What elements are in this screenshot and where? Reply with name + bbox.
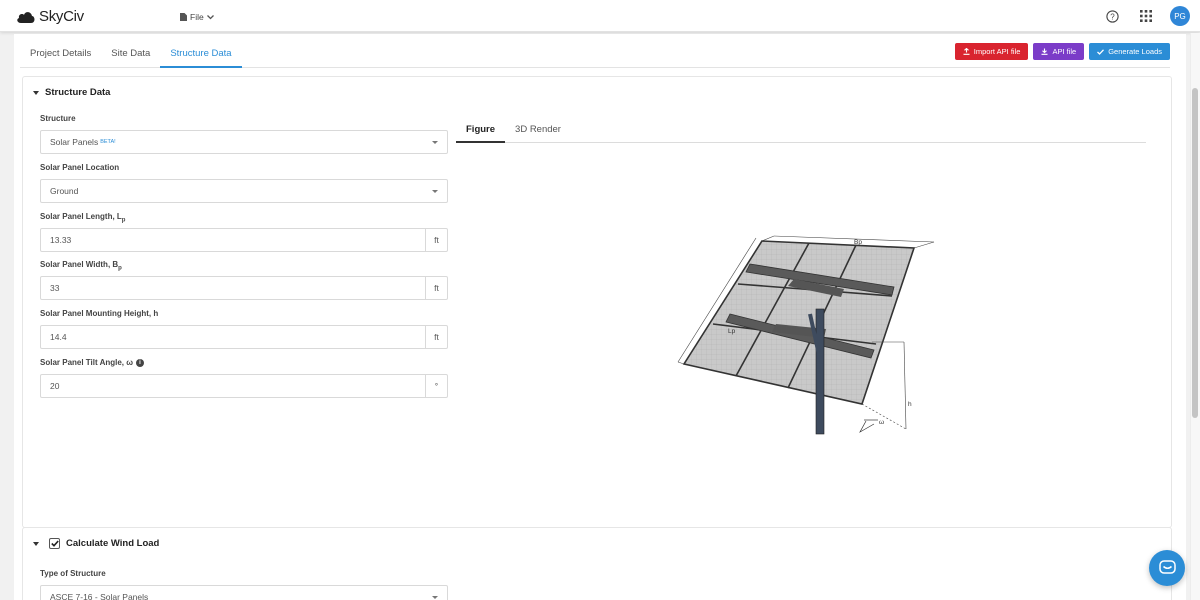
info-icon[interactable]: i: [136, 358, 144, 367]
file-menu[interactable]: File: [180, 12, 214, 22]
help-icon[interactable]: ?: [1102, 6, 1122, 26]
bp-label: Bp: [854, 239, 862, 246]
chat-icon: [1158, 560, 1176, 574]
logo-text: SkyCiv: [39, 8, 84, 25]
file-icon: [180, 13, 187, 21]
avatar[interactable]: PG: [1170, 6, 1190, 26]
structure-type-value: ASCE 7-16 - Solar Panels: [50, 592, 149, 600]
location-select[interactable]: Ground: [40, 179, 448, 203]
omega-label: ω: [879, 419, 884, 426]
generate-loads-button[interactable]: Generate Loads: [1089, 43, 1170, 60]
dropdown-arrow-icon: [432, 596, 438, 599]
wind-load-section: Calculate Wind Load Type of Structure AS…: [22, 527, 1172, 600]
main-panel: Project Details Site Data Structure Data…: [14, 34, 1186, 600]
caret-down-icon: [33, 90, 39, 95]
height-value: 14.4: [50, 332, 67, 342]
structure-type-label: Type of Structure: [40, 569, 106, 578]
section-title: Structure Data: [45, 87, 111, 98]
structure-type-select[interactable]: ASCE 7-16 - Solar Panels: [40, 585, 448, 600]
tilt-field: Solar Panel Tilt Angle, ωi 20 °: [40, 358, 448, 398]
length-value: 13.33: [50, 235, 72, 245]
file-menu-label: File: [190, 12, 204, 22]
wind-load-header[interactable]: Calculate Wind Load: [33, 538, 159, 549]
tilt-input[interactable]: 20 °: [40, 374, 448, 398]
structure-field: Structure Solar Panels BETA!: [40, 114, 448, 154]
wind-load-checkbox[interactable]: [49, 538, 60, 549]
chevron-down-icon: [206, 14, 214, 19]
download-icon: [1041, 48, 1048, 55]
location-field: Solar Panel Location Ground: [40, 163, 448, 203]
height-input[interactable]: 14.4 ft: [40, 325, 448, 349]
dropdown-arrow-icon: [432, 141, 438, 144]
structure-type-field: Type of Structure ASCE 7-16 - Solar Pane…: [40, 569, 448, 600]
solar-panel-figure: Bp Lp h ω: [677, 235, 935, 435]
length-unit: ft: [425, 229, 447, 251]
h-label: h: [908, 401, 912, 408]
length-input[interactable]: 13.33 ft: [40, 228, 448, 252]
tilt-value: 20: [50, 381, 60, 391]
top-bar: SkyCiv File ? PG: [0, 0, 1200, 32]
svg-text:?: ?: [1110, 12, 1115, 21]
support-post: [815, 308, 825, 435]
panel-surface: [682, 240, 916, 405]
chat-support-button[interactable]: [1149, 550, 1185, 586]
length-label: Solar Panel Length, Lp: [40, 212, 126, 224]
wind-load-title: Calculate Wind Load: [66, 538, 160, 549]
cloud-logo-icon: [17, 11, 35, 23]
tab-site-data[interactable]: Site Data: [101, 34, 160, 68]
height-label: Solar Panel Mounting Height, h: [40, 309, 159, 318]
structure-data-section: Structure Data Structure Solar Panels BE…: [22, 76, 1172, 528]
tab-3d-render[interactable]: 3D Render: [505, 117, 571, 143]
location-value: Ground: [50, 186, 79, 196]
width-unit: ft: [425, 277, 447, 299]
tab-structure-data[interactable]: Structure Data: [160, 34, 242, 68]
check-icon: [50, 540, 59, 547]
tab-figure[interactable]: Figure: [456, 117, 506, 143]
api-file-button[interactable]: API file: [1033, 43, 1085, 60]
width-input[interactable]: 33 ft: [40, 276, 448, 300]
length-field: Solar Panel Length, Lp 13.33 ft: [40, 212, 448, 252]
beta-badge: BETA!: [100, 139, 116, 145]
tab-project-details[interactable]: Project Details: [20, 34, 101, 68]
api-file-label: API file: [1052, 47, 1077, 56]
structure-data-header[interactable]: Structure Data: [33, 87, 110, 98]
structure-label: Structure: [40, 114, 76, 123]
figure-tab-bar: Figure 3D Render: [456, 117, 1146, 143]
check-icon: [1097, 48, 1105, 55]
lp-label: Lp: [728, 328, 736, 335]
generate-loads-label: Generate Loads: [1108, 47, 1162, 56]
action-buttons: Import API file API file Generate Loads: [954, 43, 1170, 60]
location-label: Solar Panel Location: [40, 163, 120, 172]
width-label: Solar Panel Width, Bp: [40, 260, 122, 272]
height-field: Solar Panel Mounting Height, h 14.4 ft: [40, 309, 448, 349]
width-value: 33: [50, 283, 60, 293]
import-api-button[interactable]: Import API file: [954, 43, 1029, 60]
skyciv-logo[interactable]: SkyCiv: [16, 8, 84, 25]
caret-down-icon: [33, 541, 39, 546]
dropdown-arrow-icon: [432, 190, 438, 193]
scrollbar[interactable]: [1190, 33, 1200, 600]
width-field: Solar Panel Width, Bp 33 ft: [40, 260, 448, 300]
upload-icon: [963, 48, 970, 55]
scrollbar-thumb[interactable]: [1192, 88, 1198, 418]
structure-value: Solar Panels: [50, 137, 99, 147]
structure-select[interactable]: Solar Panels BETA!: [40, 130, 448, 154]
import-api-label: Import API file: [973, 47, 1021, 56]
tilt-unit: °: [425, 375, 447, 397]
height-unit: ft: [425, 326, 447, 348]
tilt-label: Solar Panel Tilt Angle, ωi: [40, 358, 448, 368]
apps-grid-icon[interactable]: [1136, 6, 1156, 26]
